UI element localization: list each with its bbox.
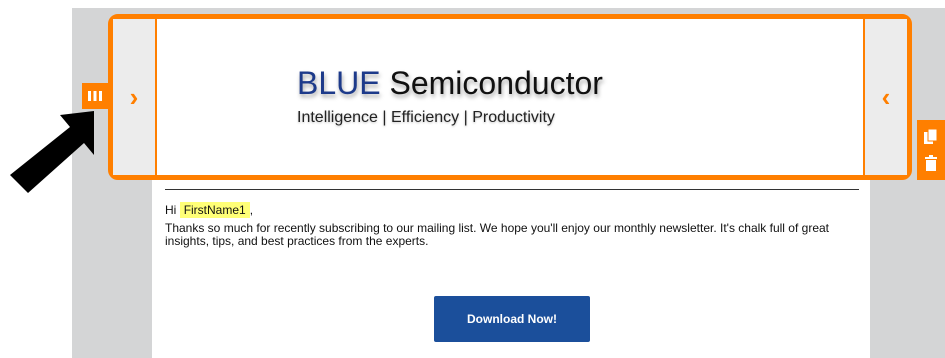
grip-columns-icon [88, 91, 102, 101]
arrow-pointer-icon [10, 111, 94, 193]
content-divider [165, 189, 859, 190]
greeting-prefix: Hi [165, 203, 177, 217]
header-left-strip: › [113, 19, 157, 175]
delete-block-button[interactable] [925, 155, 937, 171]
brand-logo-text: BLUE Semiconductor [297, 65, 603, 102]
brand-tagline: Intelligence | Efficiency | Productivity [297, 109, 555, 126]
brand-name: Semiconductor [389, 65, 603, 101]
greeting-suffix: , [249, 203, 254, 217]
chevron-left-icon[interactable]: ‹ [882, 84, 891, 110]
block-actions-toolbar [917, 120, 945, 180]
brand-highlight: BLUE [297, 65, 381, 101]
copy-block-button[interactable] [924, 129, 938, 145]
greeting-line: Hi FirstName1, [165, 202, 254, 218]
trash-icon [925, 155, 937, 171]
copy-icon [924, 129, 938, 144]
merge-tag-firstname[interactable]: FirstName1 [179, 202, 250, 218]
chevron-right-icon[interactable]: › [130, 84, 139, 110]
download-now-button[interactable]: Download Now! [434, 296, 590, 342]
header-block-selected[interactable]: › ‹ BLUE Semiconductor Intelligence | Ef… [108, 14, 912, 180]
body-paragraph: Thanks so much for recently subscribing … [165, 221, 830, 248]
header-right-strip: ‹ [863, 19, 907, 175]
